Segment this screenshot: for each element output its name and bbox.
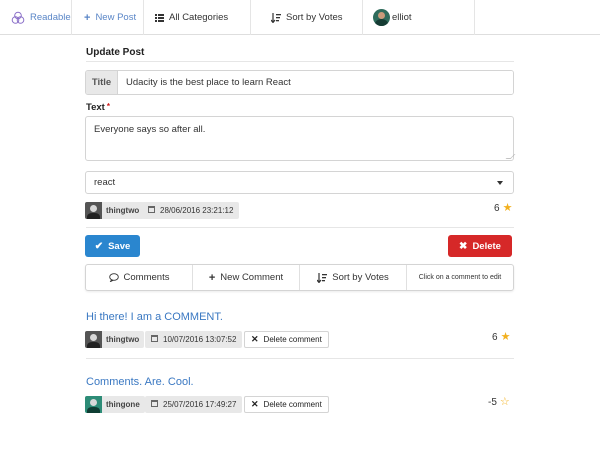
close-icon: ✕ [251,334,259,344]
close-icon: ✖ [459,240,468,252]
delete-comment-button[interactable]: ✕ Delete comment [244,396,329,413]
close-icon: ✕ [251,399,259,409]
author-avatar [85,396,102,413]
delete-label: Delete [472,240,501,252]
meta-divider [86,227,514,228]
text-textarea[interactable]: Everyone says so after all. [85,116,514,161]
category-value: react [94,177,116,188]
comment-body[interactable]: Comments. Are. Cool. [86,376,194,388]
required-marker: * [106,102,110,111]
plus-icon: + [208,271,216,284]
list-icon [155,13,164,22]
comment-author-name: thingtwo [106,335,140,344]
star-outline-icon[interactable]: ☆ [500,397,510,408]
user-avatar [373,9,390,26]
calendar-icon [151,335,158,342]
all-categories-label: All Categories [169,12,229,23]
post-author-chip: thingtwo [85,202,145,219]
comment-author-name: thingone [106,400,140,409]
comment-votes[interactable]: 6 ★ [492,332,511,344]
new-comment-label: New Comment [220,272,284,283]
comment-date: 10/07/2016 13:07:52 [163,335,237,344]
delete-button[interactable]: ✖ Delete [448,235,512,257]
star-filled-icon[interactable]: ★ [501,332,511,343]
new-post-label: New Post [95,12,137,23]
comment-date-wrap: 25/07/2016 17:49:27 [145,400,242,409]
post-date: 28/06/2016 23:21:12 [160,206,234,215]
author-avatar [85,202,102,219]
sort-icon [271,12,281,23]
text-label-text: Text [86,102,105,113]
comments-tab-label: Comments [123,272,170,283]
author-avatar [85,331,102,348]
comment-toolbar: Comments + New Comment Sort by Votes Cli… [85,264,514,291]
comment-body[interactable]: Hi there! I am a COMMENT. [86,311,223,323]
title-field-group: Title [85,70,514,95]
title-input[interactable] [118,71,513,94]
brand-label: Readable [30,12,71,23]
comment-bubble-icon [108,273,119,282]
calendar-icon [151,400,158,407]
new-post-link[interactable]: + New Post [72,0,144,35]
comments-tab[interactable]: Comments [86,265,193,290]
all-categories-menu[interactable]: All Categories [144,0,251,35]
save-label: Save [108,240,131,252]
calendar-icon [148,206,155,213]
comment-vote-count: -5 [488,397,497,408]
form-heading: Update Post [86,47,145,58]
plus-icon: + [84,11,91,24]
post-date-wrap: 28/06/2016 23:21:12 [142,206,239,215]
comment-sort-button[interactable]: Sort by Votes [300,265,407,290]
sort-by-votes-menu[interactable]: Sort by Votes [251,0,363,35]
comment-date-chip: 10/07/2016 13:07:52 [145,331,243,348]
post-votes[interactable]: 6 ★ [494,203,513,215]
delete-comment-label: Delete comment [263,400,322,409]
delete-comment-label: Delete comment [263,335,322,344]
heading-divider [86,61,514,62]
comment-author-chip: thingone [85,396,145,413]
top-navbar: Readable + New Post All Categories Sort … [0,0,600,35]
user-menu[interactable]: elliot [363,0,475,35]
comment-vote-count: 6 [492,332,498,343]
save-button[interactable]: ✔ Save [85,235,140,257]
new-comment-button[interactable]: + New Comment [193,265,300,290]
category-select[interactable]: react [85,171,514,194]
title-label: Title [86,71,118,94]
brand-link[interactable]: Readable [0,0,72,35]
chevron-down-icon [497,181,503,185]
post-date-chip: 28/06/2016 23:21:12 [142,202,240,219]
comment-date-wrap: 10/07/2016 13:07:52 [145,335,242,344]
sort-label: Sort by Votes [286,12,343,23]
readable-logo-icon [11,11,25,24]
checkmark-icon: ✔ [94,240,104,252]
comment-divider [86,358,514,359]
post-author-name: thingtwo [106,206,140,215]
comment-votes[interactable]: -5 ☆ [488,397,510,409]
comment-author-chip: thingtwo [85,331,145,348]
text-label: Text * [86,102,110,113]
post-vote-count: 6 [494,203,500,214]
edit-hint: Click on a comment to edit [418,274,502,281]
star-filled-icon[interactable]: ★ [503,203,513,214]
user-name: elliot [392,12,412,23]
comment-date: 25/07/2016 17:49:27 [163,400,237,409]
sort-icon [317,272,328,283]
comment-sort-label: Sort by Votes [332,272,389,283]
comment-date-chip: 25/07/2016 17:49:27 [145,396,243,413]
delete-comment-button[interactable]: ✕ Delete comment [244,331,329,348]
